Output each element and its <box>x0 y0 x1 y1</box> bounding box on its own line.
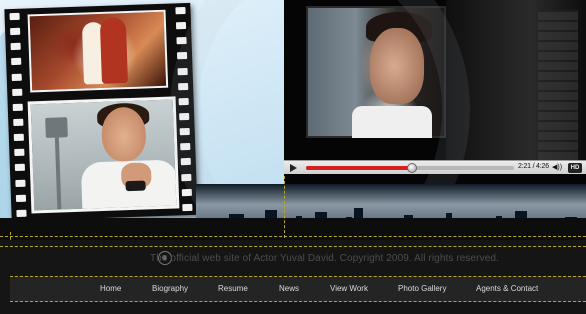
main-nav: Home Biography Resume News View Work Pho… <box>10 276 586 302</box>
nav-news[interactable]: News <box>279 284 299 293</box>
nav-home[interactable]: Home <box>100 284 121 293</box>
nav-biography[interactable]: Biography <box>152 284 188 293</box>
progress-fill <box>306 166 413 170</box>
hd-button[interactable]: HD <box>568 163 582 173</box>
nav-resume[interactable]: Resume <box>218 284 248 293</box>
photo-couple <box>27 9 169 93</box>
page: 2:21 / 4:26 ◀)) HD The official web site… <box>0 0 586 314</box>
progress-handle[interactable] <box>407 163 418 173</box>
guide-line <box>0 236 586 237</box>
time-readout: 2:21 / 4:26 <box>518 163 549 170</box>
film-strip <box>4 2 198 222</box>
nav-agents-contact[interactable]: Agents & Contact <box>476 284 538 293</box>
guide-line <box>284 176 285 238</box>
copyright-text: The official web site of Actor Yuval Dav… <box>150 253 499 264</box>
guide-line <box>0 246 586 247</box>
film-perforations-left <box>9 12 27 217</box>
photo-actor-portrait <box>27 96 180 214</box>
progress-track[interactable] <box>306 163 514 173</box>
nav-view-work[interactable]: View Work <box>330 284 368 293</box>
play-icon[interactable] <box>290 164 297 172</box>
nav-photo-gallery[interactable]: Photo Gallery <box>398 284 446 293</box>
volume-icon[interactable]: ◀)) <box>552 164 562 172</box>
player-controls: 2:21 / 4:26 ◀)) HD <box>284 160 586 174</box>
